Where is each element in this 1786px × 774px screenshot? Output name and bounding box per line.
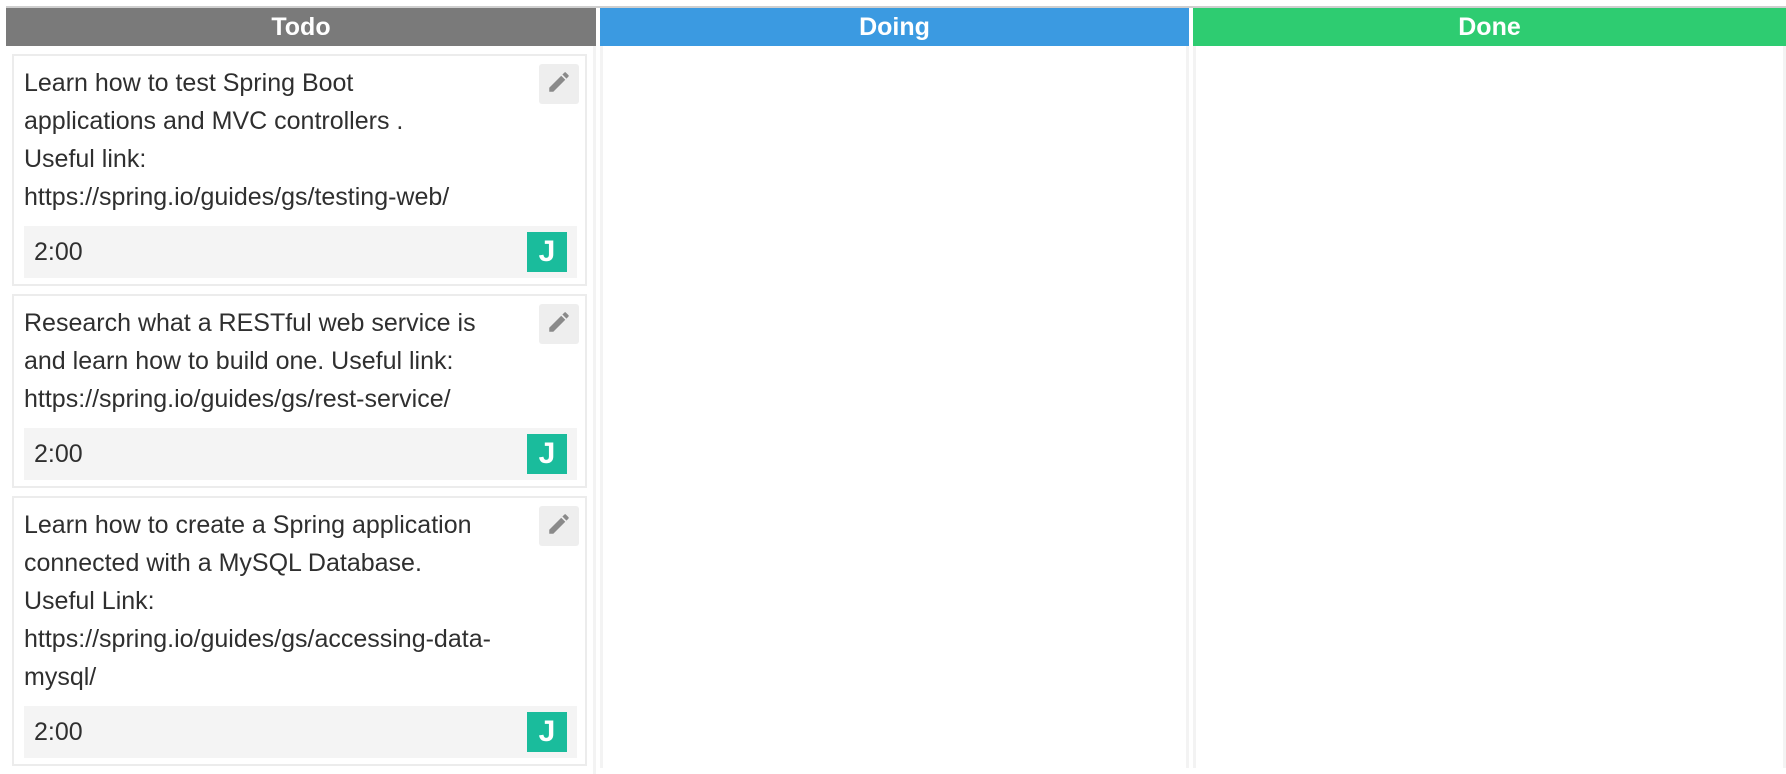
task-card[interactable]: Learn how to create a Spring application… [12,496,587,766]
pencil-icon [546,69,572,100]
avatar[interactable]: J [527,232,567,272]
column-header-doing: Doing [600,8,1189,46]
edit-button[interactable] [539,506,579,546]
task-card[interactable]: Learn how to test Spring Boot applicatio… [12,54,587,286]
column-doing: Doing [600,8,1189,768]
task-card-text: Learn how to test Spring Boot applicatio… [24,69,450,211]
pencil-icon [546,511,572,542]
column-header-todo: Todo [6,8,596,46]
column-todo: Todo Learn how to test Spring Boot appli… [6,8,596,774]
task-card-footer: 2:00 J [24,706,577,758]
task-card-footer: 2:00 J [24,226,577,278]
column-body-todo[interactable]: Learn how to test Spring Boot applicatio… [6,46,596,774]
task-time: 2:00 [34,237,83,266]
edit-button[interactable] [539,304,579,344]
kanban-board: Todo Learn how to test Spring Boot appli… [6,6,1786,774]
avatar[interactable]: J [527,434,567,474]
task-time: 2:00 [34,717,83,746]
column-body-doing[interactable] [600,46,1189,768]
edit-button[interactable] [539,64,579,104]
task-card-text: Learn how to create a Spring application… [24,511,491,691]
task-card[interactable]: Research what a RESTful web service is a… [12,294,587,488]
avatar[interactable]: J [527,712,567,752]
task-time: 2:00 [34,439,83,468]
task-card-footer: 2:00 J [24,428,577,480]
task-card-text: Research what a RESTful web service is a… [24,309,476,413]
column-header-done: Done [1193,8,1786,46]
pencil-icon [546,309,572,340]
column-body-done[interactable] [1193,46,1786,768]
column-done: Done [1193,8,1786,768]
